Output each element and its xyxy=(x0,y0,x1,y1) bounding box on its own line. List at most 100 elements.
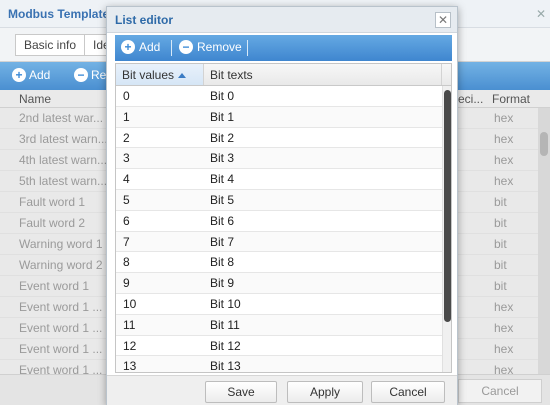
bit-text-cell[interactable]: Bit 7 xyxy=(210,235,234,249)
bit-text-cell[interactable]: Bit 4 xyxy=(210,172,234,186)
grid-scrollbar[interactable] xyxy=(442,86,451,372)
table-row[interactable]: 1 Bit 1 xyxy=(116,106,442,128)
table-row[interactable]: 6 Bit 6 xyxy=(116,211,442,232)
table-row[interactable]: 11 Bit 11 xyxy=(116,314,442,336)
row-name: Event word 1 ... xyxy=(19,321,103,335)
bit-value-cell[interactable]: 4 xyxy=(123,172,130,186)
bit-value-cell[interactable]: 2 xyxy=(123,131,130,145)
row-format: hex xyxy=(494,174,514,188)
dialog-title-bar: List editor ✕ xyxy=(107,7,457,33)
bit-text-cell[interactable]: Bit 0 xyxy=(210,89,234,103)
column-format[interactable]: Format xyxy=(492,92,530,106)
dialog-toolbar: + Add − Remove xyxy=(115,35,452,61)
apply-button[interactable]: Apply xyxy=(287,381,363,403)
bit-text-cell[interactable]: Bit 1 xyxy=(210,110,234,124)
row-format: hex xyxy=(494,342,514,356)
list-editor-dialog: List editor ✕ + Add − Remove Bit values … xyxy=(106,6,458,405)
row-name: Fault word 2 xyxy=(19,216,86,230)
bit-text-cell[interactable]: Bit 5 xyxy=(210,193,234,207)
column-decimals[interactable]: eci... xyxy=(458,92,483,106)
bit-list-grid: Bit values Bit texts 0 Bit 0 1 Bit 1 2 Bit 23… xyxy=(115,63,452,373)
table-row[interactable]: 7 Bit 7 xyxy=(116,231,442,253)
row-format: bit xyxy=(494,216,507,230)
save-button[interactable]: Save xyxy=(205,381,277,403)
row-format: hex xyxy=(494,321,514,335)
background-scrollbar[interactable] xyxy=(538,108,550,374)
row-name: Event word 1 xyxy=(19,279,90,293)
toolbar-separator xyxy=(171,40,172,56)
close-icon[interactable]: ✕ xyxy=(435,12,451,28)
row-name: Warning word 1 xyxy=(19,237,103,251)
bit-value-cell[interactable]: 6 xyxy=(123,214,130,228)
table-row[interactable]: 12 Bit 12 xyxy=(116,336,442,357)
grid-header: Bit values Bit texts xyxy=(116,64,451,86)
bit-value-cell[interactable]: 8 xyxy=(123,255,130,269)
sort-ascending-icon xyxy=(178,73,187,79)
bit-text-cell[interactable]: Bit 6 xyxy=(210,214,234,228)
table-row[interactable]: 9 Bit 9 xyxy=(116,273,442,294)
plus-circle-icon: + xyxy=(12,68,26,82)
table-row[interactable]: 8 Bit 8 xyxy=(116,252,442,274)
toolbar-separator xyxy=(247,40,248,56)
row-name: 2nd latest war... xyxy=(19,111,104,125)
row-name: 5th latest warn... xyxy=(19,174,108,188)
table-row[interactable]: 10 Bit 10 xyxy=(116,294,442,315)
row-name: Event word 1 ... xyxy=(19,342,103,356)
bit-text-cell[interactable]: Bit 2 xyxy=(210,131,234,145)
column-bit-texts[interactable]: Bit texts xyxy=(204,64,442,85)
row-format: bit xyxy=(494,279,507,293)
grid-scroll-thumb[interactable] xyxy=(444,90,451,322)
bit-text-cell[interactable]: Bit 12 xyxy=(210,339,241,353)
row-format: hex xyxy=(494,111,514,125)
row-format: hex xyxy=(494,300,514,314)
table-row[interactable]: 5 Bit 5 xyxy=(116,189,442,211)
bit-text-cell[interactable]: Bit 8 xyxy=(210,255,234,269)
column-name[interactable]: Name xyxy=(19,92,51,106)
window-close-icon[interactable]: ✕ xyxy=(536,7,546,21)
bit-value-cell[interactable]: 13 xyxy=(123,359,136,372)
row-name: Event word 1 ... xyxy=(19,300,103,314)
table-row[interactable]: 2 Bit 2 xyxy=(116,128,442,149)
bg-cancel-button[interactable]: Cancel xyxy=(458,379,542,403)
table-row[interactable]: 3 Bit 3 xyxy=(116,148,442,170)
minus-circle-icon: − xyxy=(74,68,88,82)
remove-button[interactable]: − Remove xyxy=(179,40,242,54)
bit-text-cell[interactable]: Bit 11 xyxy=(210,318,240,332)
bg-add-button[interactable]: + Add xyxy=(12,68,50,82)
table-row[interactable]: 13 Bit 13 xyxy=(116,356,442,372)
bit-value-cell[interactable]: 5 xyxy=(123,193,130,207)
grid-body: 0 Bit 0 1 Bit 1 2 Bit 2 3 Bit 3 4 Bit 4 5 Bit 5 6 Bit… xyxy=(116,86,442,372)
add-label: Add xyxy=(139,40,161,54)
bit-value-cell[interactable]: 10 xyxy=(123,297,136,311)
minus-circle-icon: − xyxy=(179,40,193,54)
bit-value-cell[interactable]: 9 xyxy=(123,276,130,290)
dialog-title: List editor xyxy=(115,13,174,27)
row-format: hex xyxy=(494,132,514,146)
bit-value-cell[interactable]: 3 xyxy=(123,151,130,165)
tab-basic-info[interactable]: Basic info xyxy=(15,34,86,56)
background-scroll-thumb[interactable] xyxy=(540,132,548,156)
row-name: 4th latest warn... xyxy=(19,153,108,167)
window-title: Modbus Template xyxy=(8,7,110,21)
row-format: bit xyxy=(494,237,507,251)
cancel-button[interactable]: Cancel xyxy=(371,381,445,403)
column-bit-values-label: Bit values xyxy=(122,68,175,82)
bit-text-cell[interactable]: Bit 13 xyxy=(210,359,241,372)
add-button[interactable]: + Add xyxy=(121,40,160,54)
bit-value-cell[interactable]: 7 xyxy=(123,235,130,249)
column-bit-values[interactable]: Bit values xyxy=(116,64,204,85)
row-format: bit xyxy=(494,258,507,272)
bit-text-cell[interactable]: Bit 9 xyxy=(210,276,234,290)
dialog-footer: Save Apply Cancel xyxy=(107,375,457,405)
remove-label: Remove xyxy=(197,40,242,54)
table-row[interactable]: 0 Bit 0 xyxy=(116,86,442,107)
bit-text-cell[interactable]: Bit 3 xyxy=(210,151,234,165)
row-format: hex xyxy=(494,153,514,167)
bit-value-cell[interactable]: 11 xyxy=(123,318,135,332)
bit-value-cell[interactable]: 1 xyxy=(123,110,130,124)
table-row[interactable]: 4 Bit 4 xyxy=(116,169,442,190)
bit-text-cell[interactable]: Bit 10 xyxy=(210,297,241,311)
bit-value-cell[interactable]: 0 xyxy=(123,89,130,103)
bit-value-cell[interactable]: 12 xyxy=(123,339,136,353)
bg-remove-button[interactable]: − Re xyxy=(74,68,106,82)
